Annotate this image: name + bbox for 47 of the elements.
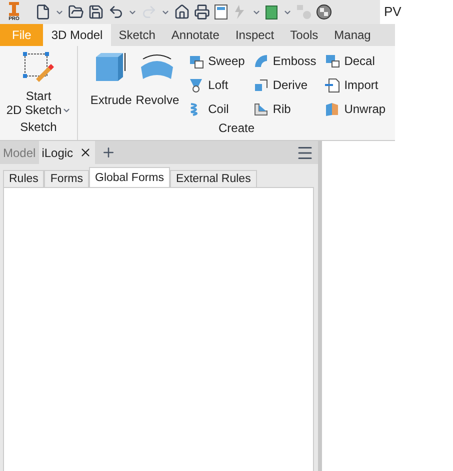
ribbon-tab[interactable]: Sketch: [110, 24, 164, 46]
sketch-pencil-icon: [22, 51, 54, 83]
add-tab-icon[interactable]: [101, 145, 116, 160]
ribbon-tab[interactable]: Manag: [326, 24, 379, 46]
ribbon-small-button[interactable]: Coil: [188, 99, 245, 119]
group-label: Create: [218, 120, 255, 137]
print-icon[interactable]: [194, 4, 210, 20]
emboss-icon: [254, 55, 267, 67]
ribbon-small-button[interactable]: Sweep: [188, 51, 245, 71]
undo-icon[interactable]: [108, 4, 124, 20]
ribbon-large-button[interactable]: Revolve: [134, 51, 180, 119]
ribbon-small-button[interactable]: Rib: [252, 99, 316, 119]
ribbon-tab[interactable]: Annotate: [163, 24, 228, 46]
forms-tab[interactable]: Rules: [3, 170, 44, 187]
sweep-icon: [190, 56, 204, 68]
browser-tab[interactable]: iLogic: [38, 141, 96, 164]
ribbon-small-button[interactable]: Decal: [324, 51, 386, 71]
close-icon[interactable]: [79, 146, 92, 159]
coil-icon: [190, 103, 198, 116]
forms-tab[interactable]: Forms: [44, 170, 89, 187]
properties-icon[interactable]: [214, 4, 228, 20]
unwrap-icon: [326, 103, 338, 116]
ribbon-small-button[interactable]: Emboss: [252, 51, 316, 71]
ribbon-small-button[interactable]: Derive: [252, 75, 316, 95]
ribbon-small-button[interactable]: Unwrap: [324, 99, 386, 119]
group-label: Sketch: [20, 119, 57, 136]
checker-sphere-icon[interactable]: [316, 4, 332, 20]
forms-tab[interactable]: Global Forms: [89, 167, 170, 187]
save-icon[interactable]: [88, 4, 104, 20]
app-logo-icon: [9, 2, 19, 16]
app-title: PV: [383, 3, 402, 21]
decal-icon: [326, 55, 340, 68]
ribbon-small-button[interactable]: Loft: [188, 75, 245, 95]
new-file-icon[interactable]: [35, 4, 51, 20]
ribbon-tab[interactable]: Tools: [282, 24, 326, 46]
import-icon: [325, 78, 340, 92]
ribbon-tab[interactable]: Inspect: [227, 24, 282, 46]
ribbon-large-button[interactable]: Extrude: [89, 51, 133, 119]
start-sketch-button[interactable]: Start 2D Sketch: [6, 46, 71, 117]
rib-icon: [254, 104, 268, 116]
home-icon[interactable]: [174, 4, 190, 20]
ribbon-tab[interactable]: 3D Model: [43, 24, 111, 46]
forms-tab[interactable]: External Rules: [170, 170, 257, 187]
open-folder-icon[interactable]: [68, 4, 84, 20]
loft-icon: [190, 79, 202, 92]
derive-icon: [254, 80, 268, 91]
ribbon-small-button[interactable]: Import: [324, 75, 386, 95]
